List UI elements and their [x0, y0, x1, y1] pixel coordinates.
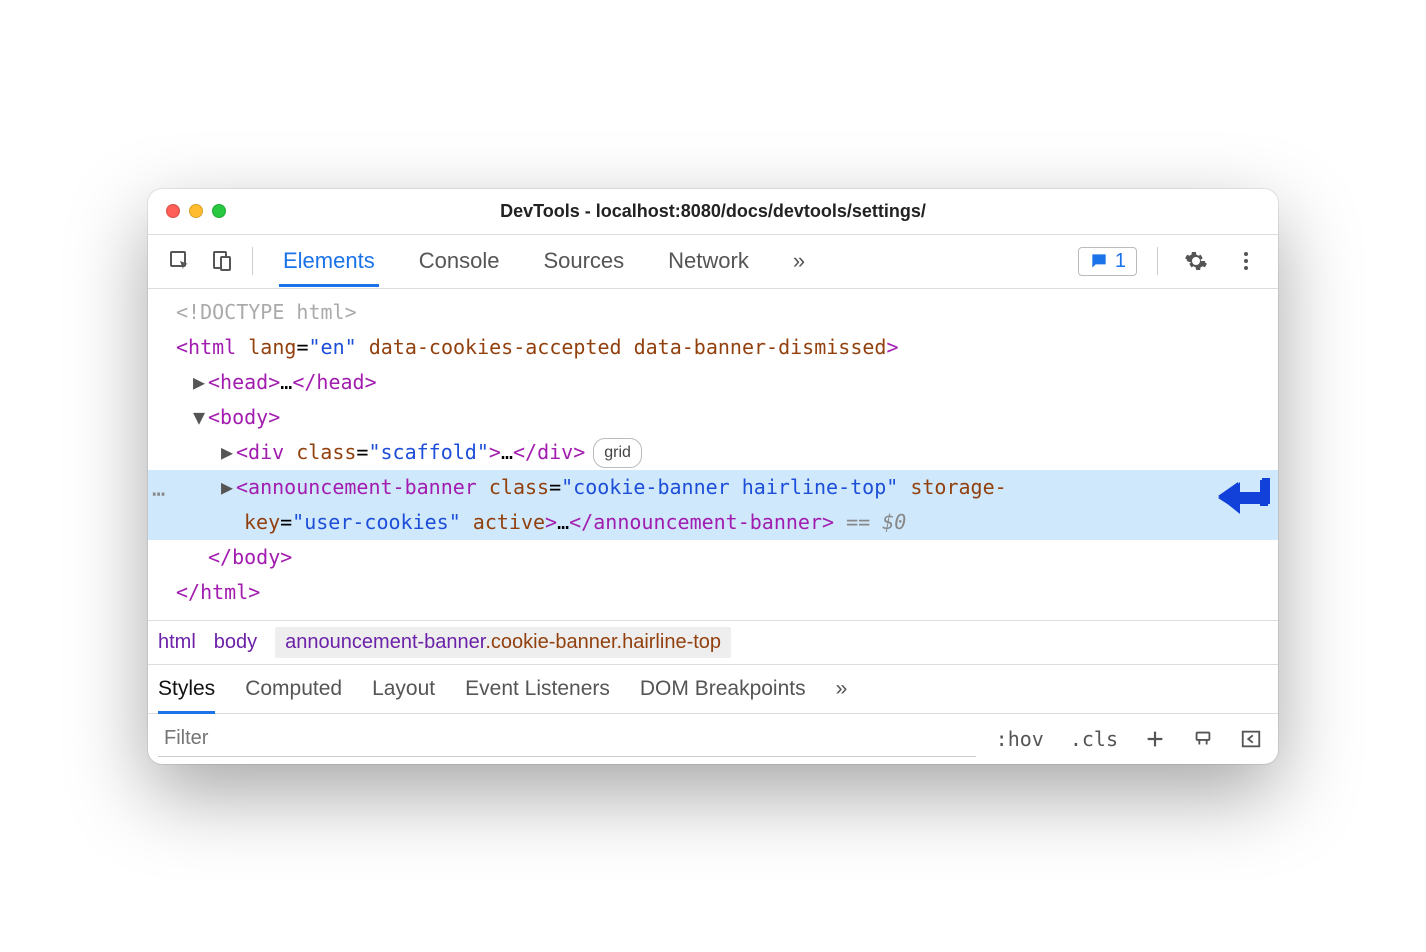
toolbar-right: 1 — [1078, 243, 1264, 279]
styles-filter-input[interactable] — [158, 721, 976, 757]
settings-icon[interactable] — [1178, 243, 1214, 279]
traffic-lights — [166, 204, 226, 218]
zoom-button[interactable] — [212, 204, 226, 218]
tab-elements[interactable]: Elements — [279, 236, 379, 287]
hov-toggle[interactable]: :hov — [990, 727, 1050, 751]
dom-doctype[interactable]: <!DOCTYPE html> — [148, 295, 1278, 330]
cls-toggle[interactable]: .cls — [1064, 727, 1124, 751]
new-style-rule-icon[interactable] — [1138, 728, 1172, 750]
divider — [252, 247, 253, 275]
dom-div-scaffold[interactable]: ▶<div class="scaffold">…</div>grid — [148, 435, 1278, 470]
dom-html-close[interactable]: </html> — [148, 575, 1278, 610]
device-toolbar-icon[interactable] — [204, 243, 240, 279]
tab-sources[interactable]: Sources — [539, 236, 628, 287]
crumb-body[interactable]: body — [214, 631, 257, 654]
divider — [1157, 247, 1158, 275]
tabs-overflow[interactable]: » — [789, 236, 809, 287]
disclosure-down-icon[interactable]: ▼ — [192, 400, 206, 435]
dom-tree-panel[interactable]: <!DOCTYPE html> <html lang="en" data-coo… — [148, 289, 1278, 620]
disclosure-right-icon[interactable]: ▶ — [192, 365, 206, 400]
subtab-overflow[interactable]: » — [836, 677, 848, 701]
subtab-event-listeners[interactable]: Event Listeners — [465, 677, 610, 701]
issues-icon — [1089, 251, 1109, 271]
minimize-button[interactable] — [189, 204, 203, 218]
dom-breadcrumb: html body announcement-banner.cookie-ban… — [148, 620, 1278, 664]
subtab-computed[interactable]: Computed — [245, 677, 342, 701]
issues-badge[interactable]: 1 — [1078, 247, 1137, 276]
styles-tabs: Styles Computed Layout Event Listeners D… — [148, 664, 1278, 714]
main-toolbar: Elements Console Sources Network » 1 — [148, 235, 1278, 289]
dom-body-close[interactable]: </body> — [148, 540, 1278, 575]
styles-filter-row: :hov .cls — [148, 714, 1278, 764]
devtools-window: DevTools - localhost:8080/docs/devtools/… — [148, 189, 1278, 764]
dom-body-open[interactable]: ▼<body> — [148, 400, 1278, 435]
computed-panel-toggle-icon[interactable] — [1234, 728, 1268, 750]
disclosure-right-icon[interactable]: ▶ — [220, 470, 234, 505]
pointer-arrow-icon — [1216, 478, 1270, 530]
grid-badge[interactable]: grid — [593, 438, 642, 468]
subtab-styles[interactable]: Styles — [158, 664, 215, 714]
crumb-html[interactable]: html — [158, 631, 196, 654]
main-tabs: Elements Console Sources Network » — [279, 236, 809, 287]
disclosure-right-icon[interactable]: ▶ — [220, 435, 234, 470]
window-title: DevTools - localhost:8080/docs/devtools/… — [148, 201, 1278, 222]
subtab-dom-breakpoints[interactable]: DOM Breakpoints — [640, 677, 806, 701]
inspect-element-icon[interactable] — [162, 243, 198, 279]
subtab-layout[interactable]: Layout — [372, 677, 435, 701]
close-button[interactable] — [166, 204, 180, 218]
dom-html-open[interactable]: <html lang="en" data-cookies-accepted da… — [148, 330, 1278, 365]
crumb-selected[interactable]: announcement-banner.cookie-banner.hairli… — [275, 627, 731, 658]
issues-count: 1 — [1115, 250, 1126, 273]
kebab-menu-icon[interactable] — [1228, 243, 1264, 279]
paint-bucket-icon[interactable] — [1186, 728, 1220, 750]
dom-selected-node[interactable]: ⋯ ▶<announcement-banner class="cookie-ba… — [148, 470, 1278, 540]
tab-network[interactable]: Network — [664, 236, 753, 287]
titlebar: DevTools - localhost:8080/docs/devtools/… — [148, 189, 1278, 235]
tab-console[interactable]: Console — [415, 236, 504, 287]
dom-head[interactable]: ▶<head>…</head> — [148, 365, 1278, 400]
